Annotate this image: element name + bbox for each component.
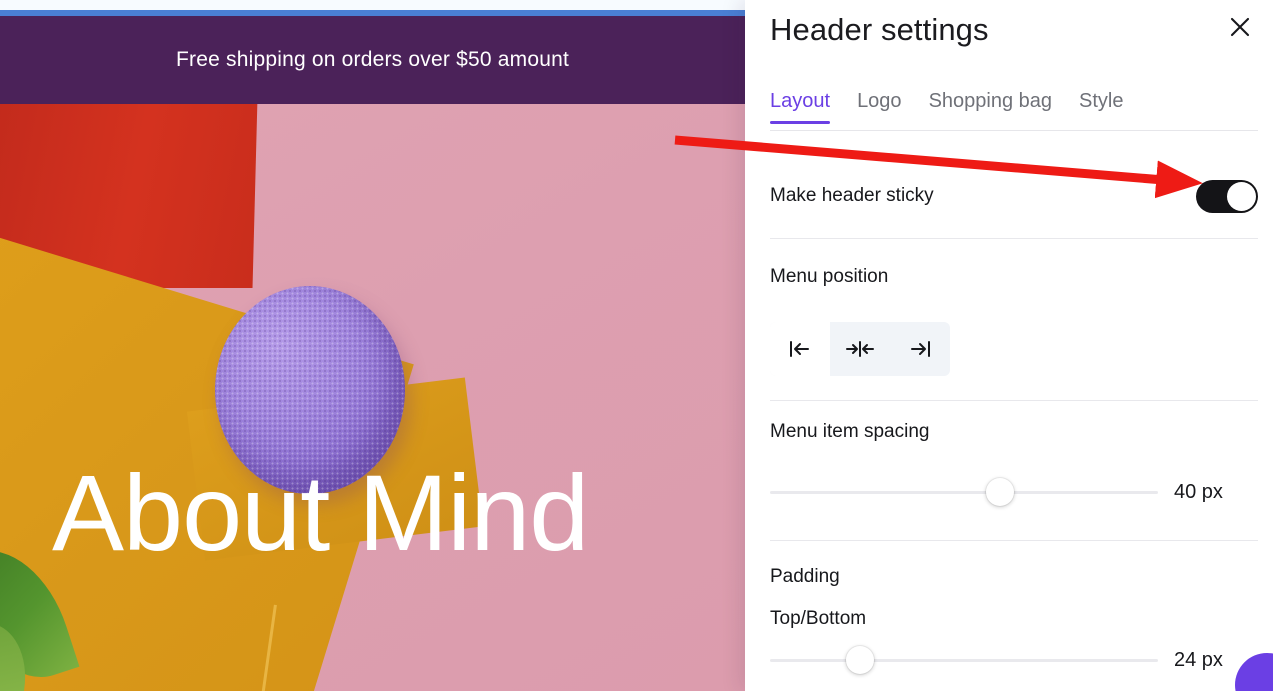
announcement-bar[interactable]: Free shipping on orders over $50 amount — [0, 16, 745, 104]
menu-item-spacing-value: 40 px — [1174, 480, 1223, 503]
menu-item-spacing-slider[interactable] — [770, 477, 1158, 507]
padding-top-bottom-row: 24 px — [770, 645, 1258, 675]
divider — [770, 540, 1258, 541]
browser-top-strip — [0, 0, 745, 10]
make-header-sticky-row: Make header sticky — [770, 168, 1258, 224]
panel-title: Header settings — [770, 12, 989, 47]
align-left-icon[interactable] — [770, 322, 830, 376]
menu-position-segmented-control — [770, 322, 950, 376]
padding-label: Padding — [770, 566, 840, 587]
tab-shopping-bag[interactable]: Shopping bag — [929, 90, 1052, 123]
make-header-sticky-label: Make header sticky — [770, 185, 934, 206]
website-preview: Free shipping on orders over $50 amount … — [0, 0, 745, 691]
tab-style[interactable]: Style — [1079, 90, 1123, 123]
hero-section: About Mind — [0, 104, 745, 691]
slider-thumb[interactable] — [845, 646, 874, 674]
tab-layout[interactable]: Layout — [770, 90, 831, 124]
hero-title: About Mind — [52, 452, 589, 573]
screen-root: Free shipping on orders over $50 amount … — [0, 0, 1273, 691]
divider — [770, 238, 1258, 239]
menu-item-spacing-label: Menu item spacing — [770, 421, 930, 442]
close-icon[interactable] — [1221, 8, 1259, 46]
tab-logo[interactable]: Logo — [857, 90, 902, 123]
announcement-bar-text: Free shipping on orders over $50 amount — [175, 48, 570, 71]
slider-track — [770, 491, 1158, 494]
padding-top-bottom-slider[interactable] — [770, 645, 1158, 675]
slider-track — [770, 659, 1158, 662]
panel-tabs: Layout Logo Shopping bag Style — [770, 90, 1258, 131]
make-header-sticky-toggle[interactable] — [1196, 179, 1258, 213]
menu-position-label: Menu position — [770, 266, 889, 287]
header-settings-panel: Header settings Layout Logo Shopping bag… — [745, 0, 1273, 691]
menu-item-spacing-row: 40 px — [770, 477, 1258, 507]
slider-thumb[interactable] — [986, 478, 1014, 506]
toggle-knob — [1227, 181, 1256, 211]
padding-top-bottom-value: 24 px — [1174, 648, 1223, 671]
align-center-icon[interactable] — [830, 322, 890, 376]
align-right-icon[interactable] — [890, 322, 950, 376]
divider — [770, 400, 1258, 401]
padding-top-bottom-label: Top/Bottom — [770, 608, 867, 629]
